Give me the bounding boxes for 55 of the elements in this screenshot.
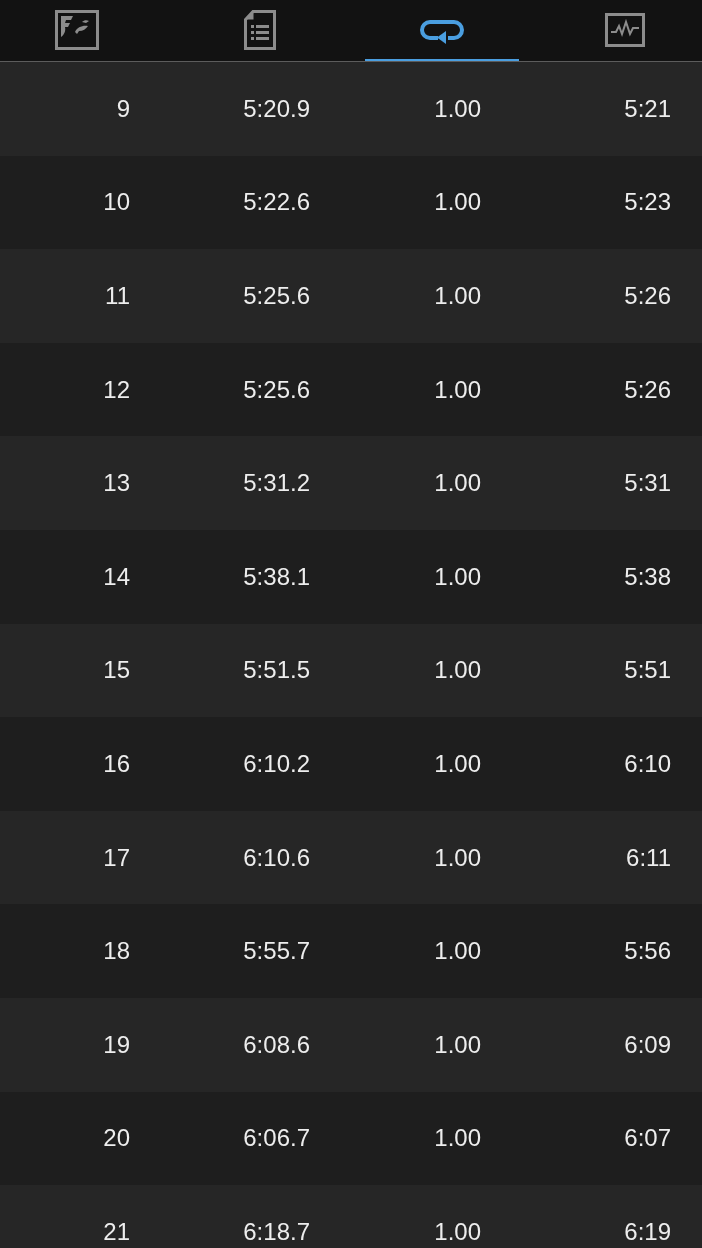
table-cell: 9 (116, 94, 130, 123)
pulse-chart-icon (604, 12, 645, 47)
table-cell: 6:08.6 (243, 1030, 310, 1059)
table-cell: 1.00 (434, 469, 481, 498)
table-cell: 18 (103, 937, 130, 966)
table-cell: 1.00 (434, 1030, 481, 1059)
table-cell: 12 (103, 375, 130, 404)
table-cell: 6:18.7 (243, 1217, 310, 1246)
table-cell: 5:51 (624, 656, 671, 685)
table-cell: 19 (103, 1030, 130, 1059)
table-cell: 6:10.2 (243, 749, 310, 778)
table-cell: 1.00 (434, 843, 481, 872)
table-cell: 21 (103, 1217, 130, 1246)
framed-shape-icon (55, 9, 99, 50)
table-cell: 11 (105, 282, 130, 310)
table-cell: 5:38.1 (243, 562, 310, 591)
table-cell: 1.00 (434, 94, 481, 123)
table-cell: 6:09 (624, 1030, 671, 1059)
table-cell: 5:31 (624, 469, 671, 498)
table-cell: 17 (103, 843, 130, 872)
table-cell: 1.00 (434, 188, 481, 217)
table-cell: 16 (103, 749, 130, 778)
table-cell: 6:19 (624, 1217, 671, 1246)
table-cell: 1.00 (434, 656, 481, 685)
table-cell: 5:22.6 (243, 188, 310, 217)
table-cell: 5:38 (624, 562, 671, 591)
table-cell: 5:20.9 (243, 94, 310, 123)
table-cell: 5:26 (624, 375, 671, 404)
table-cell: 6:10.6 (243, 843, 310, 872)
table-cell: 6:11 (626, 843, 671, 872)
table-cell: 5:55.7 (243, 937, 310, 966)
table-cell: 5:23 (624, 188, 671, 217)
table-cell: 5:51.5 (243, 656, 310, 685)
table-cell: 5:56 (624, 937, 671, 966)
table-cell: 1.00 (434, 282, 481, 310)
table-cell: 6:10 (624, 749, 671, 778)
table-cell: 14 (103, 562, 130, 591)
table-cell: 6:06.7 (243, 1124, 310, 1153)
table-cell: 1.00 (434, 1217, 481, 1246)
table-cell: 15 (103, 656, 130, 685)
table-cell: 5:26 (624, 282, 671, 310)
table-cell: 1.00 (434, 375, 481, 404)
document-list-icon (243, 9, 276, 50)
table-cell: 20 (103, 1124, 130, 1153)
table-cell: 5:25.6 (243, 375, 310, 404)
table-cell: 10 (103, 188, 130, 217)
table-cell: 5:21 (624, 94, 671, 123)
table-cell: 1.00 (434, 749, 481, 778)
table-cell: 13 (103, 469, 130, 498)
table-cell: 6:07 (624, 1124, 671, 1153)
table-cell: 1.00 (434, 1124, 481, 1153)
table-cell: 1.00 (434, 937, 481, 966)
table-cell: 1.00 (434, 562, 481, 591)
table-cell: 5:25.6 (243, 282, 310, 310)
table-cell: 5:31.2 (243, 469, 310, 498)
